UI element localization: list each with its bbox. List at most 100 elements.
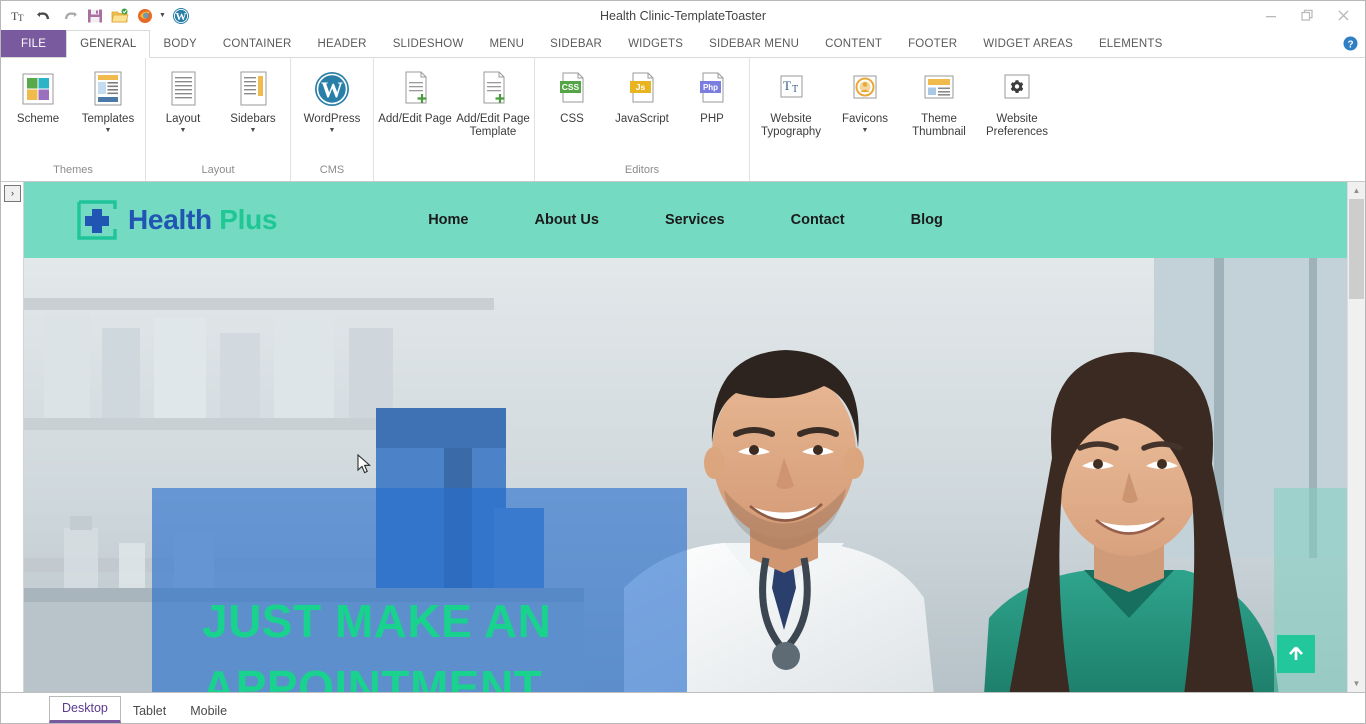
scroll-to-top-button[interactable] [1277,635,1315,673]
site-logo[interactable]: Health Plus [76,199,278,241]
vertical-scrollbar[interactable]: ▲ ▼ [1347,182,1365,692]
ribbon-tab-general[interactable]: GENERAL [66,30,151,58]
ribbon-tab-footer[interactable]: FOOTER [895,30,970,57]
wordpress-dropdown-icon[interactable]: ▼ [329,127,336,135]
website-typography-button[interactable]: T T Website Typography [752,64,830,139]
preview-viewport[interactable]: Health Plus Home About Us Services Conta… [24,182,1347,692]
ribbon-tab-file[interactable]: FILE [1,30,67,57]
nav-item-home[interactable]: Home [395,212,501,228]
vscroll-down-arrow[interactable]: ▼ [1348,675,1365,692]
firefox-preview-icon[interactable] [133,5,156,27]
ribbon-tab-slideshow[interactable]: SLIDESHOW [380,30,477,57]
arrow-up-icon [1289,646,1303,660]
ribbon-tab-widget-areas[interactable]: WIDGET AREAS [970,30,1086,57]
expand-panel-button[interactable]: › [4,185,21,202]
javascript-editor-button[interactable]: Js JavaScript [607,64,677,126]
site-logo-text: Health Plus [128,204,278,236]
ribbon-tab-container[interactable]: CONTAINER [210,30,305,57]
templates-button[interactable]: Templates ▼ [73,64,143,135]
scheme-button[interactable]: Scheme [3,64,73,126]
ribbon-tab-header[interactable]: HEADER [305,30,380,57]
wordpress-button[interactable]: W WordPress ▼ [293,64,371,135]
group-label-themes: Themes [53,164,93,176]
ribbon-tab-elements[interactable]: ELEMENTS [1086,30,1176,57]
redo-icon[interactable] [58,5,81,27]
add-edit-page-template-button[interactable]: Add/Edit Page Template [454,64,532,139]
close-icon[interactable] [1325,3,1361,29]
css-editor-button[interactable]: CSS CSS [537,64,607,126]
php-file-icon: Php [694,68,730,110]
ribbon-tab-widgets[interactable]: WIDGETS [615,30,696,57]
add-edit-page-button[interactable]: Add/Edit Page [376,64,454,126]
theme-thumbnail-button[interactable]: Theme Thumbnail [900,64,978,139]
sidebars-dropdown-icon[interactable]: ▼ [250,127,257,135]
logo-text-primary: Health [128,204,212,235]
ribbon-tab-body[interactable]: BODY [150,30,209,57]
add-edit-page-label: Add/Edit Page [378,113,452,125]
window-controls [1253,1,1365,30]
php-label: PHP [700,113,724,125]
device-tab-mobile[interactable]: Mobile [178,700,239,723]
svg-text:W: W [175,11,186,23]
text-tool-icon[interactable]: T T [8,5,31,27]
open-folder-icon[interactable] [108,5,131,27]
css-file-icon: CSS [554,68,590,110]
website-preferences-button[interactable]: Website Preferences [978,64,1056,139]
svg-text:Php: Php [703,83,718,92]
ribbon-tab-sidebar-menu[interactable]: SIDEBAR MENU [696,30,812,57]
undo-icon[interactable] [33,5,56,27]
website-typography-label: Website Typography [760,113,822,138]
svg-text:CSS: CSS [562,82,580,92]
wordpress-label: WordPress [303,113,361,125]
svg-text:W: W [321,77,343,102]
templatetoaster-window: T T ▼ W Health Clinic-TemplateToaster FI… [0,0,1366,724]
nav-item-contact[interactable]: Contact [758,212,878,228]
gear-icon [999,68,1035,110]
nav-item-blog[interactable]: Blog [878,212,976,228]
site-header[interactable]: Health Plus Home About Us Services Conta… [24,182,1347,258]
add-edit-page-icon [397,68,433,110]
group-label-site-settings [750,163,1058,181]
favicons-label: Favicons [841,113,889,125]
templates-dropdown-icon[interactable]: ▼ [105,127,112,135]
quick-access-dropdown-icon[interactable]: ▼ [158,5,167,27]
wordpress-icon[interactable]: W [169,5,192,27]
ribbon-group-site-settings: T T Website Typography Favicons ▼ Theme … [749,58,1058,181]
layout-dropdown-icon[interactable]: ▼ [180,127,187,135]
group-label-editors: Editors [624,164,660,176]
ribbon-tab-menu[interactable]: MENU [477,30,538,57]
save-icon[interactable] [83,5,106,27]
device-preview-tabs: Desktop Tablet Mobile [1,692,1365,723]
logo-text-secondary: Plus [219,204,278,235]
hero-headline: JUST MAKE AN APPOINTMENT [202,595,552,692]
site-hero-slideshow[interactable]: JUST MAKE AN APPOINTMENT [24,258,1347,692]
svg-text:T: T [783,78,791,93]
nav-item-about-us[interactable]: About Us [502,212,632,228]
website-preferences-label: Website Preferences [985,113,1048,138]
nav-item-services[interactable]: Services [632,212,758,228]
wordpress-icon: W [312,68,352,110]
vscroll-thumb[interactable] [1349,199,1364,299]
layout-button[interactable]: Layout ▼ [148,64,218,135]
color-scheme-icon [20,68,56,110]
svg-text:Js: Js [636,82,646,92]
minimize-icon[interactable] [1253,3,1289,29]
sidebars-button[interactable]: Sidebars ▼ [218,64,288,135]
medical-cross-icon [76,199,118,241]
svg-text:T: T [792,84,798,95]
favicons-dropdown-icon[interactable]: ▼ [862,127,869,135]
group-label-pages [374,163,534,181]
ribbon-group-editors: CSS CSS Js JavaScript Php PHP Editors [534,58,749,181]
php-editor-button[interactable]: Php PHP [677,64,747,126]
help-icon[interactable]: ? [1335,30,1365,57]
sidebars-label: Sidebars [230,113,276,125]
device-tab-tablet[interactable]: Tablet [121,700,178,723]
group-label-cms: CMS [319,164,345,176]
device-tab-desktop[interactable]: Desktop [49,696,121,723]
favicons-button[interactable]: Favicons ▼ [830,64,900,135]
ribbon-tab-content[interactable]: CONTENT [812,30,895,57]
vscroll-up-arrow[interactable]: ▲ [1348,182,1365,199]
ribbon-tab-sidebar[interactable]: SIDEBAR [537,30,615,57]
design-canvas: › Health Plus Home About Us Services Con… [1,182,1365,692]
restore-icon[interactable] [1289,3,1325,29]
